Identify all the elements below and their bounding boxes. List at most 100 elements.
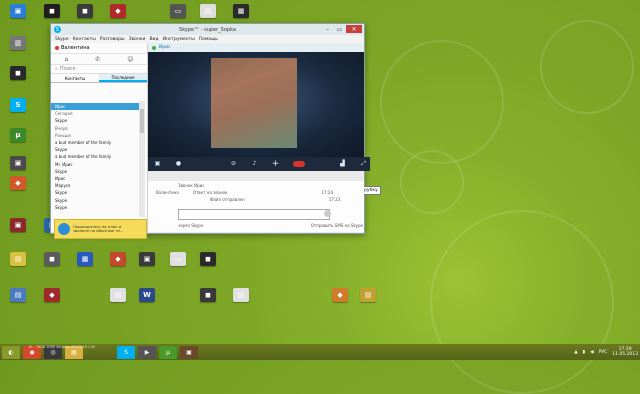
tab-contacts[interactable]: Контакты [51, 74, 99, 82]
desktop-icon[interactable]: ▤ [6, 288, 30, 311]
menu-skype[interactable]: Skype [55, 37, 69, 42]
desktop-icon[interactable]: W [135, 288, 159, 311]
footer-via[interactable]: через Skype [178, 223, 203, 228]
minimize-button[interactable]: – [322, 25, 333, 33]
chat-icon[interactable]: ● [175, 161, 182, 167]
desktop-icon[interactable]: ▤ [6, 252, 30, 275]
desktop-icon-glyph: ▣ [10, 218, 26, 232]
menu-contacts[interactable]: Контакты [73, 37, 96, 42]
contact-item[interactable]: a bud member of the family [51, 139, 139, 146]
message-input[interactable] [178, 209, 330, 220]
user-row[interactable]: Валентина [51, 43, 147, 53]
footer-sms[interactable]: Отправить SMS на Skype [311, 223, 363, 228]
chat-footer: через Skype Отправить SMS на Skype [178, 223, 363, 228]
subscription-ad[interactable]: Подпишитесь на план и звоните на обычные… [54, 219, 147, 239]
chat-line: Файл отправлен 17:23 [210, 197, 340, 202]
desktop-icon-glyph: ▭ [170, 4, 186, 18]
video-area [148, 52, 364, 157]
add-icon[interactable]: + [272, 160, 280, 169]
maximize-button[interactable]: ▭ [334, 25, 345, 33]
desktop-icon[interactable]: ◼ [196, 252, 220, 275]
contact-item[interactable]: a bud member of the family [51, 153, 139, 160]
chat-line: Валентина Ответ на звонок 17:24 [156, 190, 333, 195]
desktop-icon[interactable]: ◆ [106, 252, 130, 275]
clock[interactable]: 17:29 11.05.2013 [612, 347, 638, 357]
desktop-icon[interactable]: ◆ [6, 176, 30, 199]
desktop-icon[interactable]: ▤ [356, 288, 380, 311]
app-button[interactable]: ▣ [180, 345, 198, 359]
send-button[interactable] [324, 210, 331, 217]
menu-view[interactable]: Вид [149, 37, 158, 42]
desktop-icon[interactable]: ▤ [229, 288, 253, 311]
desktop-icon[interactable]: ▣ [135, 252, 159, 275]
contact-item[interactable]: Маруся [51, 182, 139, 189]
desktop-icon[interactable]: S [6, 98, 30, 121]
ad-text: Подпишитесь на план и звоните на обычные… [73, 223, 124, 233]
network-icon[interactable]: ▮ [583, 350, 585, 355]
chat-line-from: Валентина [156, 190, 179, 195]
desktop-icon-glyph: ▤ [233, 288, 249, 302]
contact-group-header: Вчера [55, 125, 68, 131]
skype-button[interactable]: S [117, 345, 135, 359]
contact-item[interactable]: Skype [51, 146, 139, 153]
menu-help[interactable]: Помощь [199, 37, 218, 42]
desktop-icon[interactable]: ▣ [6, 218, 30, 241]
video-toggle-icon[interactable]: ▣ [154, 161, 161, 167]
desktop-icon[interactable]: ◆ [328, 288, 352, 311]
search-input[interactable]: Поиск [60, 66, 76, 72]
contact-item[interactable]: Skype [51, 196, 139, 203]
start-button[interactable]: ◐ [2, 345, 20, 359]
language-indicator[interactable]: РУС [599, 350, 608, 355]
contact-item[interactable]: Skype [51, 168, 139, 175]
chat-line-time: 17:23 [328, 197, 341, 202]
desktop-icon-glyph: ▦ [77, 252, 93, 266]
contact-item[interactable]: Mr. Ирис [51, 161, 139, 168]
desktop-icon[interactable]: ▭ [166, 252, 190, 275]
hang-up-button[interactable] [293, 161, 305, 167]
scroll-thumb[interactable] [140, 109, 144, 133]
chat-contact-name[interactable]: Ирис [159, 45, 171, 50]
desktop-icon[interactable]: ▤ [106, 288, 130, 311]
search-icon: ⌕ [55, 66, 58, 72]
desktop-icon-glyph: ◼ [77, 4, 93, 18]
add-contact-icon[interactable]: ☺ [127, 56, 133, 63]
menu-tools[interactable]: Инструменты [163, 37, 195, 42]
video-button[interactable]: ▶ [138, 345, 156, 359]
contact-item[interactable]: Skype [51, 117, 139, 124]
mic-icon[interactable]: ♪ [251, 161, 258, 167]
contact-item[interactable]: Skype [51, 189, 139, 196]
desktop-icon-glyph: ◼ [44, 252, 60, 266]
menu-calls[interactable]: Звонки [129, 37, 146, 42]
camera-off-icon[interactable]: ⊘ [230, 161, 237, 167]
globe-icon [58, 223, 70, 235]
contact-item[interactable]: Skype [51, 204, 139, 211]
quick-actions: ⌂ ✆ ☺ [51, 53, 147, 65]
menu-conversations[interactable]: Разговоры [100, 37, 125, 42]
desktop-icon[interactable]: ◼ [6, 66, 30, 89]
desktop-icon[interactable]: ◼ [40, 252, 64, 275]
desktop-icon[interactable]: ▦ [73, 252, 97, 275]
desktop-icon-glyph: ◆ [110, 252, 126, 266]
desktop-icon[interactable]: ◆ [40, 288, 64, 311]
utorrent-button[interactable]: µ [159, 345, 177, 359]
desktop-icon[interactable]: ▣ [6, 4, 30, 27]
close-button[interactable]: ✕ [346, 25, 362, 33]
contact-item[interactable]: Ирис [51, 175, 139, 182]
home-icon[interactable]: ⌂ [64, 56, 68, 63]
contact-item[interactable]: Ирис [51, 103, 139, 111]
desktop-icon[interactable]: µ [6, 128, 30, 151]
call-icon[interactable]: ✆ [95, 56, 100, 63]
scrollbar[interactable] [139, 101, 145, 217]
search-box[interactable]: ⌕ Поиск [51, 65, 147, 74]
desktop-icon-glyph: ◼ [10, 66, 26, 80]
volume-icon[interactable]: ◀ [590, 350, 593, 355]
tab-recent[interactable]: Последние [99, 74, 147, 82]
desktop-icon[interactable]: ◼ [196, 288, 220, 311]
desktop-icon[interactable]: ▥ [6, 36, 30, 59]
fullscreen-icon[interactable]: ⤢ [360, 161, 367, 167]
user-name: Валентина [61, 45, 90, 51]
title-bar[interactable]: S Skype™ - super_Sopka – ▭ ✕ [51, 24, 364, 35]
chat-line-text: Ответ на звонок [192, 190, 228, 195]
tray-arrow-icon[interactable]: ▲ [574, 350, 577, 355]
desktop-icon-glyph: ◼ [200, 252, 216, 266]
